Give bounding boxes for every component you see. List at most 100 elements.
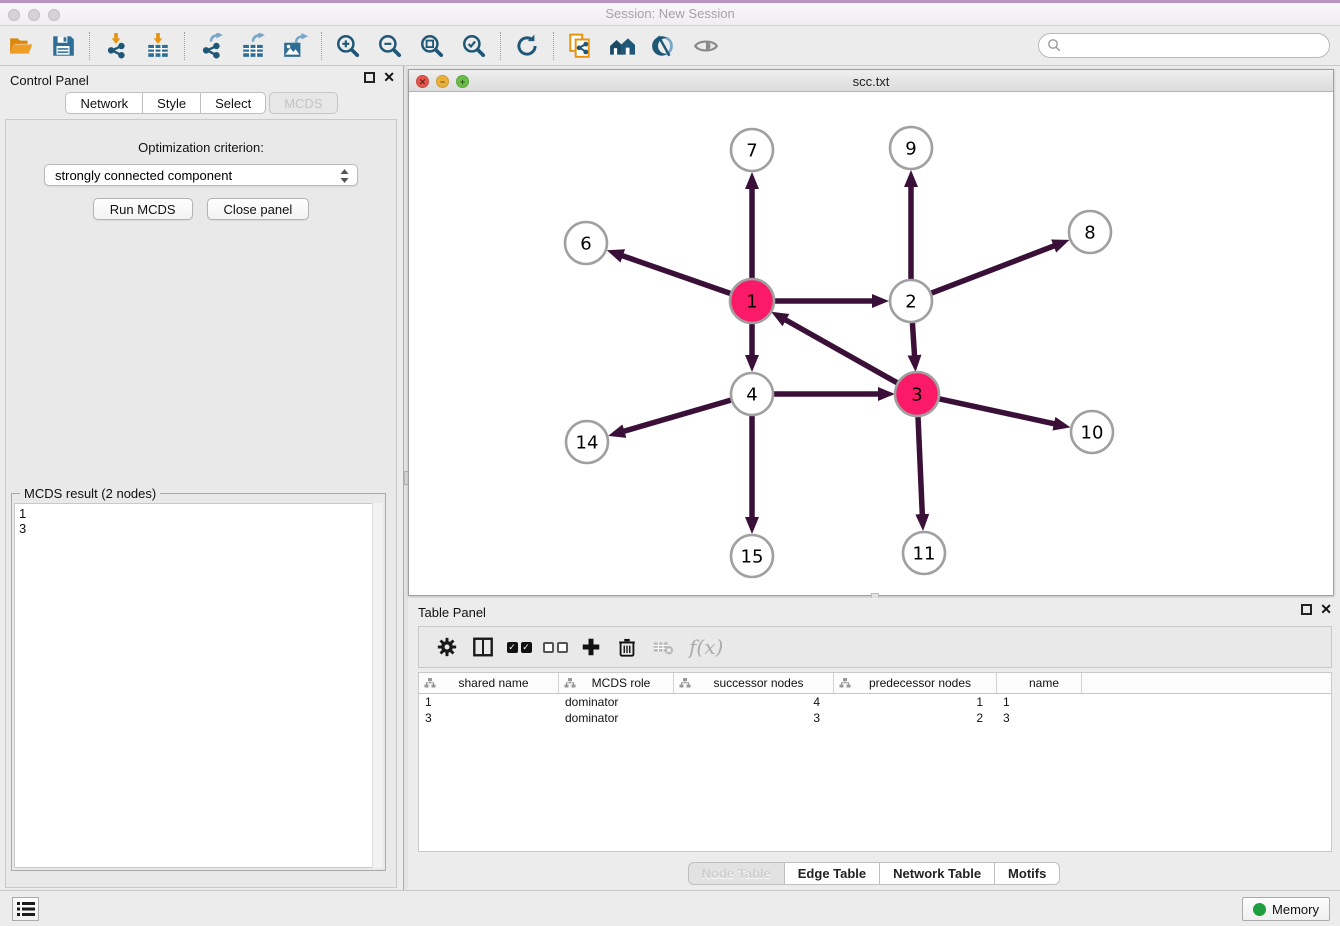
window-title: Session: New Session [0,6,1340,21]
zoom-fit-icon [419,33,445,59]
graph-edge-3-1[interactable] [785,320,898,384]
run-mcds-button[interactable]: Run MCDS [93,198,193,220]
network-view-window: ✕ − + scc.txt 7968124314101511 [408,69,1334,596]
style-gradient-icon [651,33,677,59]
show-hide-button[interactable] [687,30,725,62]
export-network-button[interactable] [192,30,230,62]
uncheck-all-icon [543,642,568,653]
network-graph[interactable]: 7968124314101511 [409,92,1333,595]
task-history-button[interactable] [12,897,39,921]
toolbar-separator [321,32,322,60]
tab-select[interactable]: Select [201,92,266,114]
table-toolbar: ✓✓ [418,626,1332,668]
delete-table-button[interactable] [645,630,681,664]
home-icon [609,33,635,59]
graph-edge-1-6[interactable] [622,256,731,294]
cell-name[interactable]: 1 [997,694,1082,710]
column-header-successor-nodes[interactable]: successor nodes [674,673,834,693]
open-session-button[interactable] [2,30,40,62]
delete-column-button[interactable] [609,630,645,664]
graph-node-label-9: 9 [905,138,916,159]
close-table-panel-icon[interactable]: ✕ [1320,604,1332,615]
export-table-icon [240,33,266,59]
graph-edge-2-3[interactable] [912,323,914,356]
cell-shared-name[interactable]: 3 [419,710,559,726]
cell-shared-name[interactable]: 1 [419,694,559,710]
network-canvas[interactable]: 7968124314101511 [409,92,1333,595]
column-header-mcds-role[interactable]: MCDS role [559,673,674,693]
column-header-shared-name[interactable]: shared name [419,673,559,693]
cell-name[interactable]: 3 [997,710,1082,726]
cell-mcds-role[interactable]: dominator [559,710,674,726]
home-button[interactable] [603,30,641,62]
style-mapper-button[interactable] [645,30,683,62]
graph-edge-2-8[interactable] [932,246,1055,293]
float-table-panel-icon[interactable] [1301,604,1312,615]
create-column-button[interactable] [573,630,609,664]
mcds-result-legend: MCDS result (2 nodes) [20,486,160,501]
control-panel: Control Panel ✕ Network Style Select MCD… [0,66,403,890]
graph-edge-3-10[interactable] [938,399,1054,424]
application-window: Session: New Session [0,0,1340,926]
tab-style[interactable]: Style [143,92,201,114]
network-window-title: scc.txt [409,74,1333,89]
tab-network[interactable]: Network [65,92,143,114]
column-header-name[interactable]: name [997,673,1082,693]
export-image-icon [282,33,308,59]
clone-network-button[interactable] [561,30,599,62]
tab-mcds[interactable]: MCDS [269,92,337,114]
save-session-button[interactable] [44,30,82,62]
network-window-titlebar[interactable]: ✕ − + scc.txt [409,70,1333,92]
eye-icon [693,33,719,59]
search-container [1038,33,1330,58]
graph-edge-4-14[interactable] [623,400,730,431]
float-panel-icon[interactable] [364,72,375,83]
control-panel-title: Control Panel [10,73,89,88]
table-row[interactable]: 3 dominator 3 2 3 [419,710,1331,726]
import-network-icon [103,33,129,59]
table-panel: Table Panel ✕ [408,598,1340,890]
refresh-icon [514,33,540,59]
table-row[interactable]: 1 dominator 4 1 1 [419,694,1331,710]
cell-mcds-role[interactable]: dominator [559,694,674,710]
zoom-out-icon [377,33,403,59]
criterion-select[interactable]: strongly connected component [44,164,358,186]
table-settings-button[interactable] [429,630,465,664]
optimization-criterion-label: Optimization criterion: [6,140,396,155]
memory-button[interactable]: Memory [1242,897,1330,921]
tab-network-table[interactable]: Network Table [880,862,995,885]
deselect-all-button[interactable] [537,630,573,664]
import-table-button[interactable] [139,30,177,62]
delete-table-icon [652,636,674,658]
tab-motifs[interactable]: Motifs [995,862,1060,885]
list-icon [17,901,35,917]
table-header-row: shared name MCDS role [419,673,1331,694]
zoom-fit-button[interactable] [413,30,451,62]
close-panel-button[interactable]: Close panel [207,198,310,220]
zoom-out-button[interactable] [371,30,409,62]
zoom-in-button[interactable] [329,30,367,62]
function-builder-button[interactable]: f(x) [689,635,723,659]
memory-label: Memory [1272,902,1319,917]
zoom-selected-icon [461,33,487,59]
cell-successor-nodes[interactable]: 3 [674,710,834,726]
show-column-button[interactable] [465,630,501,664]
search-input[interactable] [1038,33,1330,58]
zoom-selected-button[interactable] [455,30,493,62]
export-image-button[interactable] [276,30,314,62]
close-panel-icon[interactable]: ✕ [383,72,395,83]
tab-edge-table[interactable]: Edge Table [785,862,880,885]
graph-edge-3-11[interactable] [918,416,922,515]
export-table-button[interactable] [234,30,272,62]
column-header-predecessor-nodes[interactable]: predecessor nodes [834,673,997,693]
select-all-button[interactable]: ✓✓ [501,630,537,664]
import-network-button[interactable] [97,30,135,62]
cell-successor-nodes[interactable]: 4 [674,694,834,710]
main-area: ✕ − + scc.txt 7968124314101511 Table Pan… [408,66,1340,890]
result-scrollbar[interactable] [372,503,383,868]
mcds-result-text[interactable]: 1 3 [14,503,383,868]
apply-layout-button[interactable] [508,30,546,62]
cell-predecessor-nodes[interactable]: 2 [834,710,997,726]
cell-predecessor-nodes[interactable]: 1 [834,694,997,710]
tab-node-table[interactable]: Node Table [688,862,785,885]
